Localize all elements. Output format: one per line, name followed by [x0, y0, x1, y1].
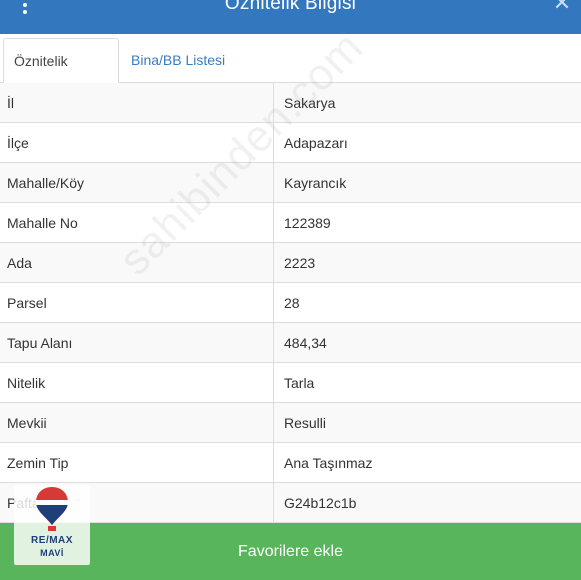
table-row: Mahalle No 122389: [0, 203, 581, 243]
column-divider: [273, 283, 274, 322]
balloon-icon: [36, 487, 68, 531]
row-value: 2223: [284, 255, 316, 271]
table-row: Zemin Tip Ana Taşınmaz: [0, 443, 581, 483]
remax-logo: RE/MAX MAVİ: [14, 485, 90, 565]
row-value: Adapazarı: [284, 135, 348, 151]
column-divider: [273, 403, 274, 442]
row-label: Mevkii: [7, 415, 47, 431]
row-value: G24b12c1b: [284, 495, 357, 511]
table-row: Tapu Alanı 484,34: [0, 323, 581, 363]
table-row: Mahalle/Köy Kayrancık: [0, 163, 581, 203]
row-value: Kayrancık: [284, 175, 347, 191]
column-divider: [273, 363, 274, 402]
row-value: 484,34: [284, 335, 327, 351]
table-row: Mevkii Resulli: [0, 403, 581, 443]
column-divider: [273, 443, 274, 482]
row-value: 122389: [284, 215, 331, 231]
tab-oznitelik-bilgisi[interactable]: Öznitelik Bilgisi: [3, 38, 119, 114]
row-label: Mahalle No: [7, 215, 78, 231]
column-divider: [273, 83, 274, 122]
table-row: Parsel 28: [0, 283, 581, 323]
row-value: Ana Taşınmaz: [284, 455, 373, 471]
tab-bar: Öznitelik Bilgisi Bina/BB Listesi: [0, 34, 581, 114]
table-row: Ada 2223: [0, 243, 581, 283]
row-label: Zemin Tip: [7, 455, 69, 471]
table-row: İl Sakarya: [0, 83, 581, 123]
table-row: İlçe Adapazarı: [0, 123, 581, 163]
column-divider: [273, 483, 274, 522]
dialog-header: Öznitelik Bilgisi ✕: [0, 0, 581, 34]
row-label: Mahalle/Köy: [7, 175, 85, 191]
column-divider: [273, 163, 274, 202]
row-label: Parsel: [7, 295, 47, 311]
attribute-table: İl Sakarya İlçe Adapazarı Mahalle/Köy Ka…: [0, 83, 581, 523]
dialog-title: Öznitelik Bilgisi: [224, 0, 357, 14]
row-value: Resulli: [284, 415, 327, 431]
row-label: İlçe: [7, 135, 29, 151]
row-value: Sakarya: [284, 95, 336, 111]
tab-bina-bb-listesi[interactable]: Bina/BB Listesi: [121, 38, 235, 83]
close-icon[interactable]: ✕: [551, 0, 573, 14]
column-divider: [273, 203, 274, 242]
row-label: Nitelik: [7, 375, 46, 391]
column-divider: [273, 243, 274, 282]
row-label: Ada: [7, 255, 32, 271]
logo-brand-text: RE/MAX: [31, 535, 73, 546]
column-divider: [273, 323, 274, 362]
row-label: Tapu Alanı: [7, 335, 73, 351]
column-divider: [273, 123, 274, 162]
row-value: Tarla: [284, 375, 315, 391]
row-label: İl: [7, 95, 14, 111]
row-value: 28: [284, 295, 300, 311]
table-row: Nitelik Tarla: [0, 363, 581, 403]
logo-sub-text: MAVİ: [40, 548, 64, 558]
